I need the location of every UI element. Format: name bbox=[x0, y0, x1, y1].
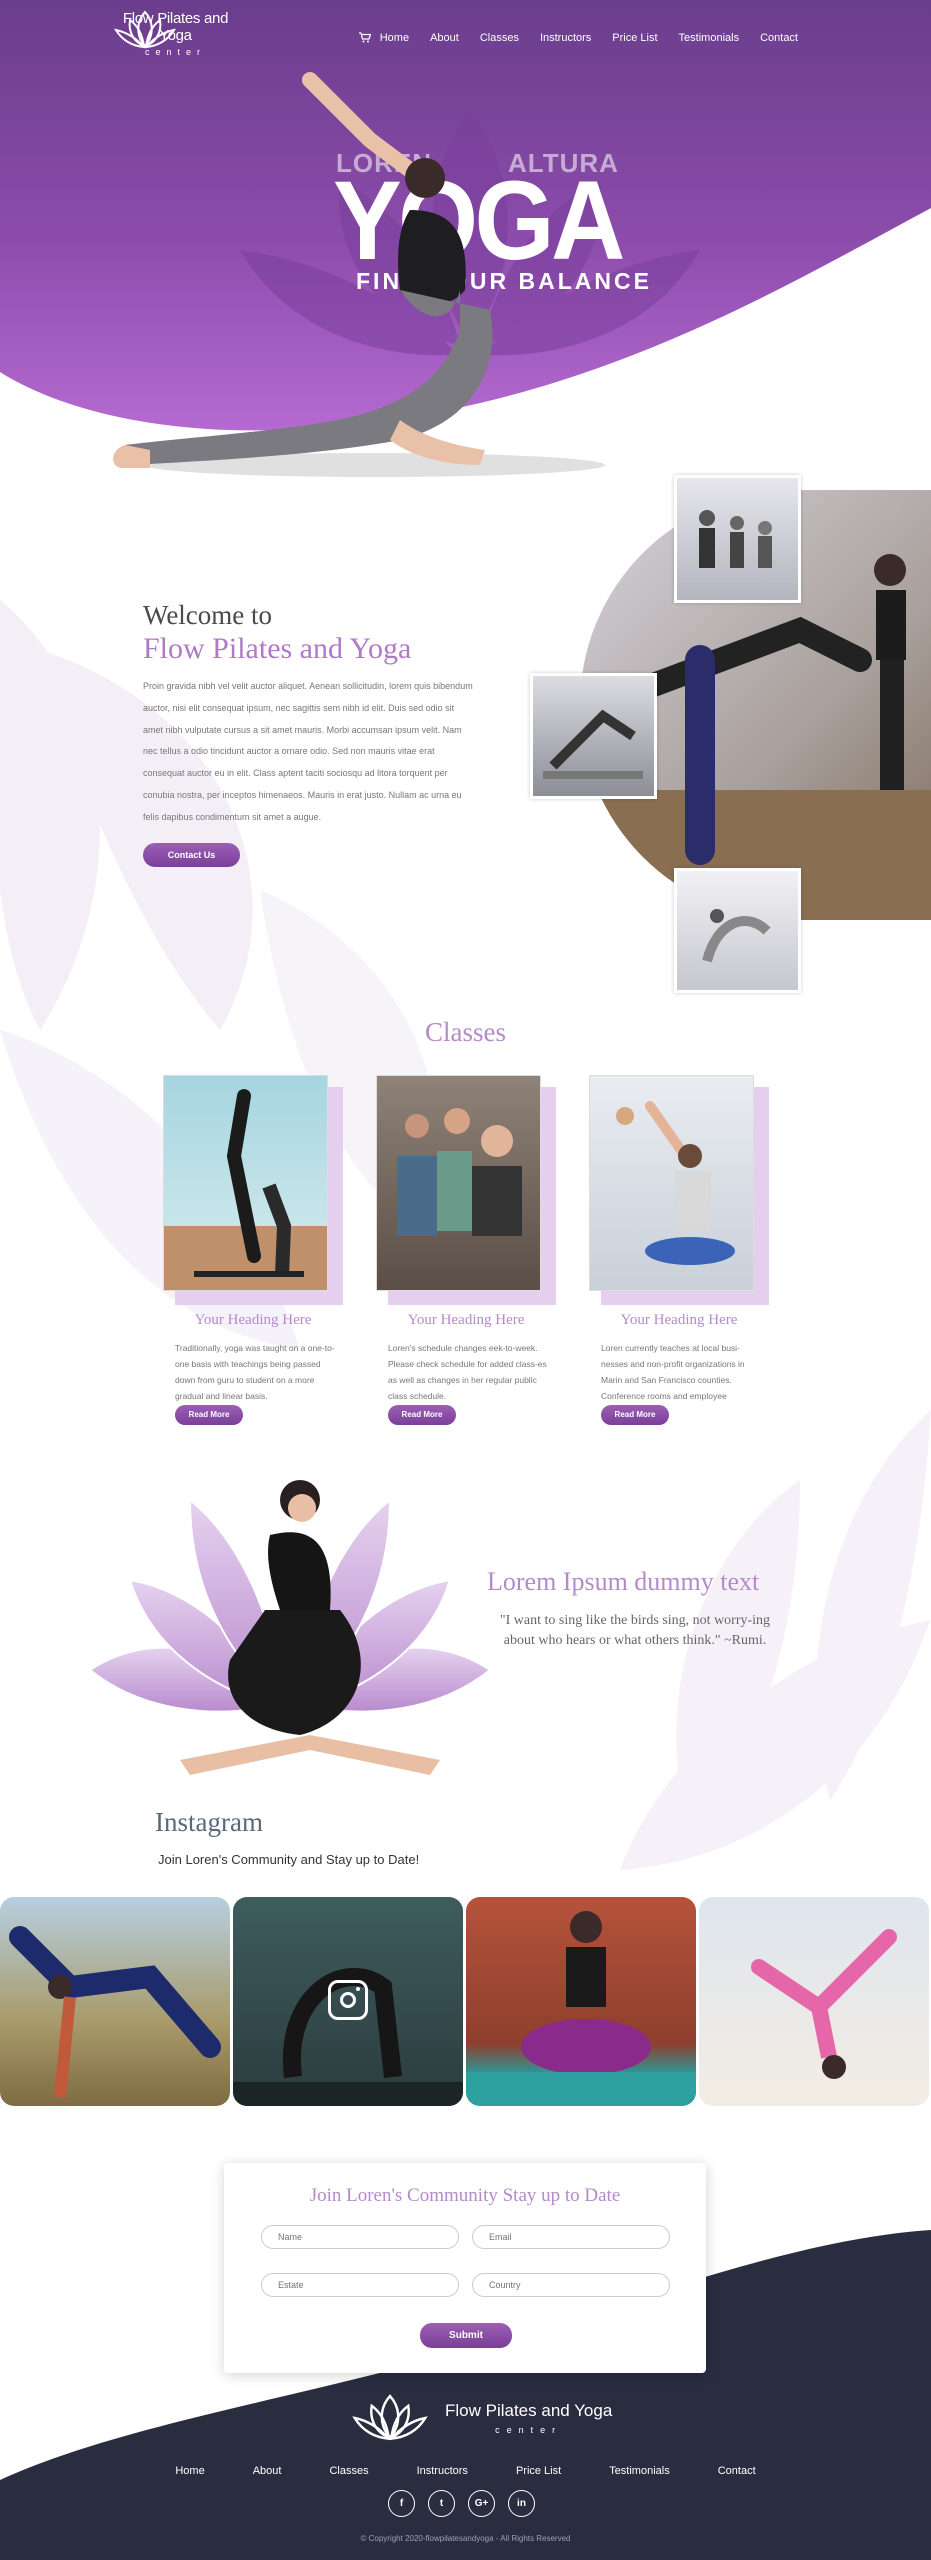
pilates-thumb-1 bbox=[674, 475, 801, 603]
footer-nav-contact[interactable]: Contact bbox=[718, 2465, 756, 2477]
welcome-title: Welcome to bbox=[143, 600, 273, 630]
brand-logo[interactable]: Flow Pilates and Yoga center bbox=[108, 8, 243, 57]
nav-about[interactable]: About bbox=[430, 32, 459, 44]
class-card-text: Loren's schedule changes eek-to-week. Pl… bbox=[388, 1343, 547, 1401]
class-card-text: Loren currently teaches at local busi-ne… bbox=[601, 1343, 745, 1401]
nav-price-list[interactable]: Price List bbox=[612, 32, 657, 44]
country-field[interactable] bbox=[472, 2273, 670, 2297]
read-more-button[interactable]: Read More bbox=[388, 1405, 456, 1425]
class-card-image bbox=[376, 1075, 541, 1291]
social-links: f t G+ in bbox=[388, 2490, 535, 2517]
hero-yoga-woman-image bbox=[113, 72, 605, 477]
twitter-icon[interactable]: t bbox=[428, 2490, 455, 2517]
read-more-button[interactable]: Read More bbox=[175, 1405, 243, 1425]
read-more-button[interactable]: Read More bbox=[601, 1405, 669, 1425]
nav-instructors[interactable]: Instructors bbox=[540, 32, 591, 44]
class-card-text: Traditionally, yoga was taught on a one-… bbox=[175, 1343, 335, 1401]
footer-nav: Home About Classes Instructors Price Lis… bbox=[0, 2465, 931, 2477]
quote-text: "I want to sing like the birds sing, not… bbox=[499, 1613, 771, 1648]
lotus-logo-icon bbox=[352, 2394, 428, 2441]
instagram-title: Instagram bbox=[155, 1807, 263, 1837]
top-nav: Home About Classes Instructors Price Lis… bbox=[358, 32, 816, 44]
instagram-photo-4[interactable] bbox=[699, 1897, 929, 2106]
footer-logo[interactable]: Flow Pilates and Yoga center bbox=[345, 2390, 612, 2446]
nav-classes[interactable]: Classes bbox=[480, 32, 519, 44]
submit-button[interactable]: Submit bbox=[420, 2323, 512, 2348]
instagram-subtitle: Join Loren's Community and Stay up to Da… bbox=[158, 1852, 420, 1867]
footer-nav-about[interactable]: About bbox=[253, 2465, 282, 2477]
instagram-photo-2[interactable] bbox=[233, 1897, 463, 2106]
class-card-heading: Your Heading Here bbox=[620, 1312, 738, 1328]
hero-section: Flow Pilates and Yoga center Home About … bbox=[0, 0, 931, 500]
nav-home[interactable]: Home bbox=[380, 32, 409, 44]
footer-nav-home[interactable]: Home bbox=[175, 2465, 204, 2477]
class-card-heading: Your Heading Here bbox=[194, 1312, 312, 1328]
facebook-icon[interactable]: f bbox=[388, 2490, 415, 2517]
footer-nav-instructors[interactable]: Instructors bbox=[417, 2465, 468, 2477]
google-plus-icon[interactable]: G+ bbox=[468, 2490, 495, 2517]
signup-form: Join Loren's Community Stay up to Date S… bbox=[224, 2163, 706, 2373]
footer-nav-testimonials[interactable]: Testimonials bbox=[609, 2465, 670, 2477]
lotus-yoga-woman-image bbox=[88, 1480, 492, 1775]
quote-heading: Lorem Ipsum dummy text bbox=[487, 1567, 760, 1596]
instagram-photo-1[interactable] bbox=[0, 1897, 230, 2106]
class-card-image bbox=[589, 1075, 754, 1291]
estate-field[interactable] bbox=[261, 2273, 459, 2297]
copyright: © Copyright 2020-flowpilatesandyoga - Al… bbox=[360, 2534, 571, 2543]
linkedin-icon[interactable]: in bbox=[508, 2490, 535, 2517]
class-card-heading: Your Heading Here bbox=[407, 1312, 525, 1328]
contact-us-button[interactable]: Contact Us bbox=[143, 843, 240, 867]
lotus-logo-icon bbox=[113, 10, 177, 49]
nav-contact[interactable]: Contact bbox=[760, 32, 798, 44]
email-field[interactable] bbox=[472, 2225, 670, 2249]
instagram-photo-3[interactable] bbox=[466, 1897, 696, 2106]
footer-brand-tagline: center bbox=[495, 2425, 563, 2435]
footer-nav-classes[interactable]: Classes bbox=[329, 2465, 368, 2477]
pilates-thumb-3 bbox=[674, 868, 801, 993]
instagram-icon[interactable] bbox=[328, 1980, 368, 2020]
welcome-brand-title: Flow Pilates and Yoga bbox=[143, 632, 412, 665]
footer-brand-name: Flow Pilates and Yoga bbox=[445, 2401, 613, 2420]
footer-nav-price-list[interactable]: Price List bbox=[516, 2465, 561, 2477]
signup-title: Join Loren's Community Stay up to Date bbox=[309, 2185, 621, 2206]
nav-testimonials[interactable]: Testimonials bbox=[679, 32, 740, 44]
class-card-image bbox=[163, 1075, 328, 1291]
welcome-text: Proin gravida nibh vel velit auctor aliq… bbox=[143, 681, 473, 822]
name-field[interactable] bbox=[261, 2225, 459, 2249]
pilates-thumb-2 bbox=[530, 673, 657, 799]
classes-title: Classes bbox=[425, 1017, 506, 1047]
